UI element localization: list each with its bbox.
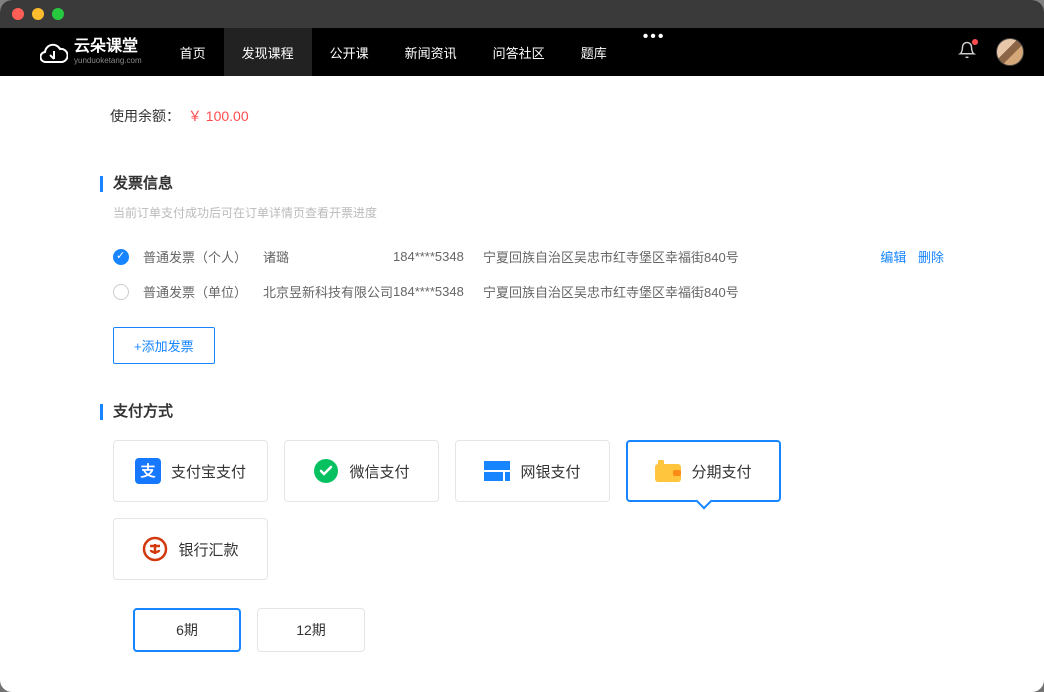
pay-unionpay[interactable]: 网银支付 (455, 440, 610, 502)
window-maximize-button[interactable] (52, 8, 64, 20)
add-invoice-button[interactable]: +添加发票 (113, 327, 215, 364)
pay-alipay[interactable]: 支 支付宝支付 (113, 440, 268, 502)
nav-qa[interactable]: 问答社区 (475, 28, 563, 76)
balance-amount: ￥ 100.00 (188, 108, 249, 124)
wechat-icon (313, 458, 339, 484)
main-content: 使用余额： ￥ 100.00 发票信息 当前订单支付成功后可在订单详情页查看开票… (0, 76, 1044, 692)
invoice-section-subtitle: 当前订单支付成功后可在订单详情页查看开票进度 (113, 204, 944, 221)
logo-subtitle: yunduoketang.com (74, 57, 142, 65)
notification-dot (972, 39, 978, 45)
invoice-address: 宁夏回族自治区吴忠市红寺堡区幸福街840号 (483, 282, 944, 301)
invoice-radio-checked[interactable] (113, 249, 129, 265)
nav-news[interactable]: 新闻资讯 (387, 28, 475, 76)
pay-wechat[interactable]: 微信支付 (284, 440, 439, 502)
invoice-phone: 184****5348 (393, 284, 483, 299)
pay-label: 支付宝支付 (171, 461, 246, 482)
pay-label: 银行汇款 (178, 539, 238, 560)
wallet-icon (655, 458, 681, 484)
invoice-name: 诸璐 (263, 247, 393, 266)
pay-label: 分期支付 (691, 461, 751, 482)
notification-bell-icon[interactable] (958, 41, 976, 64)
unionpay-icon (484, 458, 510, 484)
logo-text: 云朵课堂 (74, 39, 142, 55)
invoice-row-company[interactable]: 普通发票（单位） 北京昱新科技有限公司 184****5348 宁夏回族自治区吴… (100, 274, 944, 309)
app-window: 云朵课堂 yunduoketang.com 首页 发现课程 公开课 新闻资讯 问… (0, 0, 1044, 692)
invoice-type: 普通发票（单位） (143, 282, 263, 301)
nav-more[interactable]: ••• (625, 28, 684, 76)
installment-12[interactable]: 12期 (257, 608, 365, 652)
nav-courses[interactable]: 发现课程 (224, 28, 312, 76)
invoice-phone: 184****5348 (393, 249, 483, 264)
nav-items: 首页 发现课程 公开课 新闻资讯 问答社区 题库 ••• (162, 28, 684, 76)
invoice-row-personal[interactable]: 普通发票（个人） 诸璐 184****5348 宁夏回族自治区吴忠市红寺堡区幸福… (100, 239, 944, 274)
invoice-edit-link[interactable]: 编辑 (880, 250, 906, 265)
invoice-delete-link[interactable]: 删除 (918, 250, 944, 265)
installment-6[interactable]: 6期 (133, 608, 241, 652)
invoice-section: 发票信息 当前订单支付成功后可在订单详情页查看开票进度 普通发票（个人） 诸璐 … (100, 176, 944, 364)
invoice-address: 宁夏回族自治区吴忠市红寺堡区幸福街840号 (483, 247, 872, 266)
payment-section-title: 支付方式 (100, 404, 944, 420)
pay-label: 微信支付 (349, 461, 409, 482)
nav-open-class[interactable]: 公开课 (312, 28, 387, 76)
pay-label: 网银支付 (520, 461, 580, 482)
logo[interactable]: 云朵课堂 yunduoketang.com (40, 39, 142, 65)
nav-question-bank[interactable]: 题库 (563, 28, 625, 76)
payment-methods-row: 支 支付宝支付 微信支付 网银支付 (113, 440, 944, 580)
alipay-icon: 支 (135, 458, 161, 484)
cloud-logo-icon (40, 41, 68, 63)
balance-label: 使用余额： (110, 108, 180, 124)
svg-text:支: 支 (139, 462, 156, 480)
top-navigation: 云朵课堂 yunduoketang.com 首页 发现课程 公开课 新闻资讯 问… (0, 28, 1044, 76)
pay-bank[interactable]: 银行汇款 (113, 518, 268, 580)
invoice-name: 北京昱新科技有限公司 (263, 282, 393, 301)
payment-section: 支付方式 支 支付宝支付 微信支付 (100, 404, 944, 692)
installment-options: 6期 12期 (133, 608, 944, 652)
nav-home[interactable]: 首页 (162, 28, 224, 76)
invoice-radio-unchecked[interactable] (113, 284, 129, 300)
window-minimize-button[interactable] (32, 8, 44, 20)
pay-installment[interactable]: 分期支付 (626, 440, 781, 502)
window-titlebar (0, 0, 1044, 28)
invoice-section-title: 发票信息 (100, 176, 944, 192)
bank-icon (142, 536, 168, 562)
balance-row: 使用余额： ￥ 100.00 (100, 76, 944, 156)
window-close-button[interactable] (12, 8, 24, 20)
user-avatar[interactable] (996, 38, 1024, 66)
invoice-type: 普通发票（个人） (143, 247, 263, 266)
